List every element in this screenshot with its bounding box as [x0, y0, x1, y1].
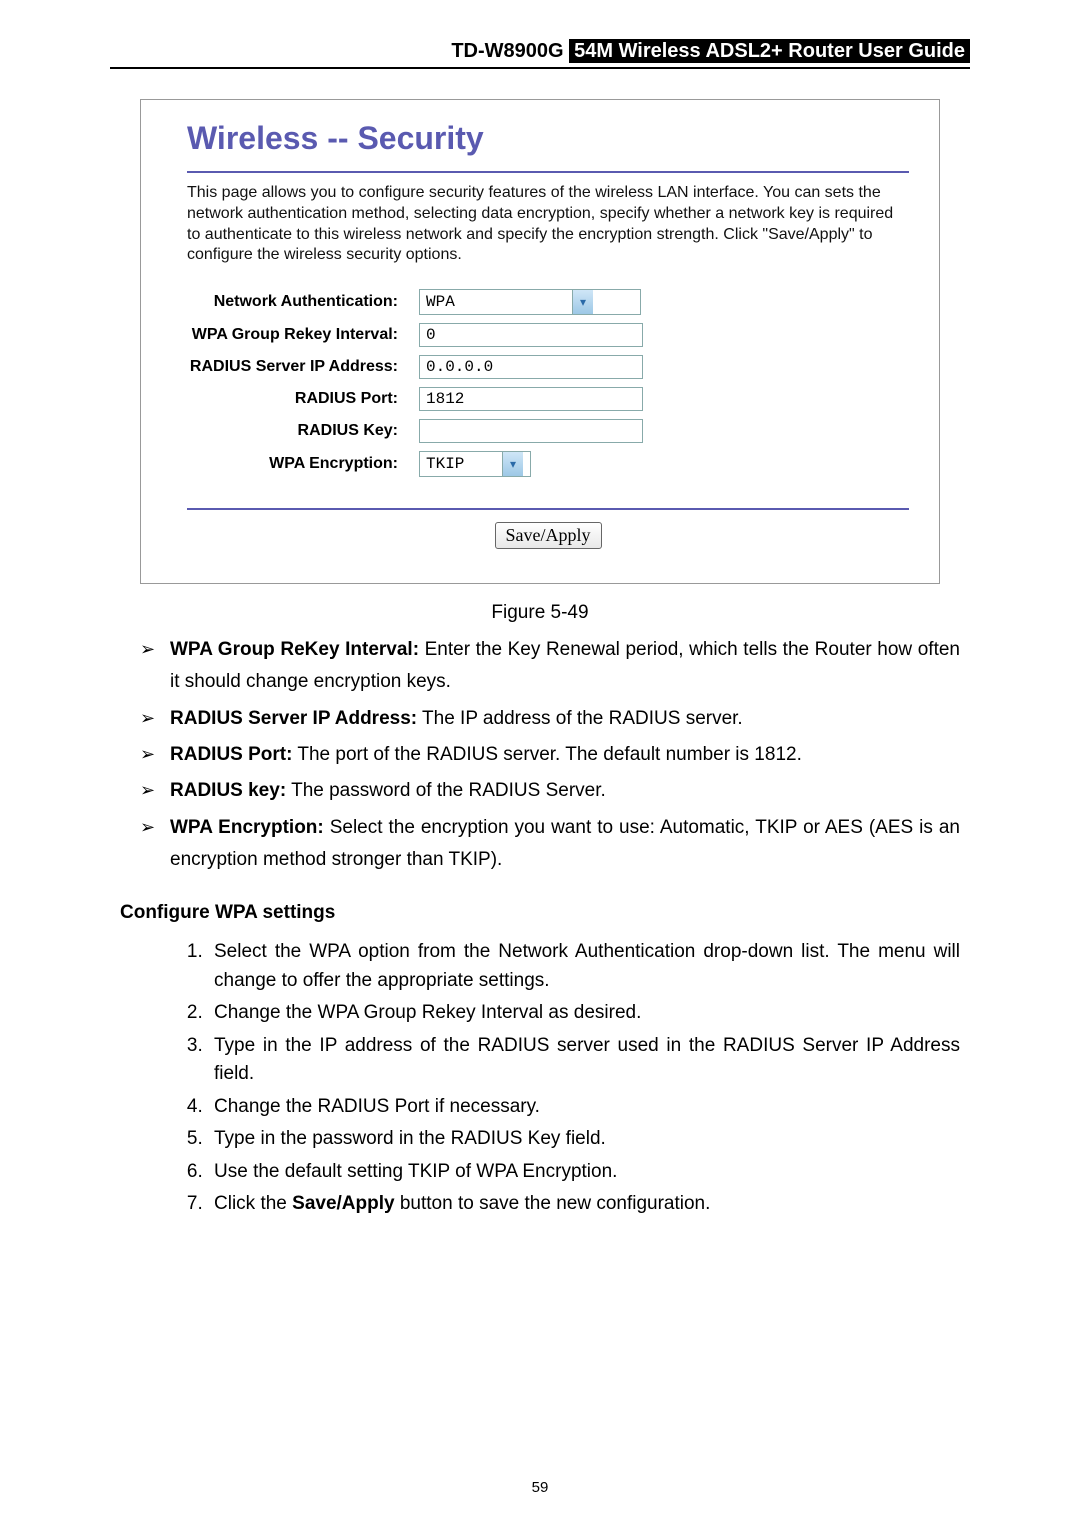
steps-list: Select the WPA option from the Network A… — [180, 938, 960, 1219]
divider — [187, 508, 909, 510]
wpa-encryption-select[interactable]: TKIP ▾ — [419, 451, 531, 477]
list-item: WPA Encryption: Select the encryption yo… — [140, 812, 960, 877]
label-network-auth: Network Authentication: — [187, 288, 418, 316]
label-wpa-enc: WPA Encryption: — [187, 450, 418, 478]
save-apply-button[interactable]: Save/Apply — [495, 522, 602, 549]
list-item: RADIUS Port: The port of the RADIUS serv… — [140, 739, 960, 771]
divider — [187, 171, 909, 173]
label-radius-ip: RADIUS Server IP Address: — [187, 354, 418, 380]
bullet-list: WPA Group ReKey Interval: Enter the Key … — [140, 634, 960, 876]
radius-port-input[interactable] — [419, 387, 643, 411]
wpa-encryption-value: TKIP — [420, 455, 502, 473]
bullet-term: WPA Group ReKey Interval: — [170, 639, 419, 660]
label-radius-key: RADIUS Key: — [187, 418, 418, 444]
chevron-down-icon: ▾ — [572, 290, 593, 314]
router-screenshot: Wireless -- Security This page allows yo… — [140, 99, 940, 584]
bullet-term: RADIUS key: — [170, 780, 286, 801]
list-item: Use the default setting TKIP of WPA Encr… — [208, 1158, 960, 1187]
header-tag: 54M Wireless ADSL2+ Router User Guide — [569, 39, 970, 63]
list-item: Change the WPA Group Rekey Interval as d… — [208, 999, 960, 1028]
figure-caption: Figure 5-49 — [110, 602, 970, 624]
bullet-term: RADIUS Server IP Address: — [170, 708, 417, 729]
bullet-text: The port of the RADIUS server. The defau… — [292, 744, 801, 765]
header-model: TD-W8900G — [451, 40, 563, 62]
step-text: Click the — [214, 1193, 292, 1214]
list-item: Type in the password in the RADIUS Key f… — [208, 1125, 960, 1154]
network-auth-select[interactable]: WPA ▾ — [419, 289, 641, 315]
radius-ip-input[interactable] — [419, 355, 643, 379]
bullet-term: WPA Encryption: — [170, 817, 324, 838]
radius-key-input[interactable] — [419, 419, 643, 443]
list-item: Click the Save/Apply button to save the … — [208, 1190, 960, 1219]
list-item: WPA Group ReKey Interval: Enter the Key … — [140, 634, 960, 699]
step-text: button to save the new configuration. — [395, 1193, 711, 1214]
page-header: TD-W8900G 54M Wireless ADSL2+ Router Use… — [110, 40, 970, 69]
list-item: Change the RADIUS Port if necessary. — [208, 1093, 960, 1122]
page-number: 59 — [110, 1479, 970, 1496]
settings-form: Network Authentication: WPA ▾ WPA Group … — [187, 282, 644, 484]
screenshot-title: Wireless -- Security — [187, 120, 909, 157]
label-rekey: WPA Group Rekey Interval: — [187, 322, 418, 348]
label-radius-port: RADIUS Port: — [187, 386, 418, 412]
step-bold: Save/Apply — [292, 1193, 394, 1214]
chevron-down-icon: ▾ — [502, 452, 523, 476]
list-item: RADIUS Server IP Address: The IP address… — [140, 703, 960, 735]
list-item: Select the WPA option from the Network A… — [208, 938, 960, 995]
network-auth-value: WPA — [420, 293, 572, 311]
bullet-text: The IP address of the RADIUS server. — [417, 708, 743, 729]
list-item: RADIUS key: The password of the RADIUS S… — [140, 775, 960, 807]
screenshot-description: This page allows you to configure securi… — [187, 183, 909, 266]
rekey-input[interactable] — [419, 323, 643, 347]
bullet-term: RADIUS Port: — [170, 744, 292, 765]
section-heading: Configure WPA settings — [120, 902, 970, 924]
list-item: Type in the IP address of the RADIUS ser… — [208, 1032, 960, 1089]
bullet-text: The password of the RADIUS Server. — [286, 780, 606, 801]
